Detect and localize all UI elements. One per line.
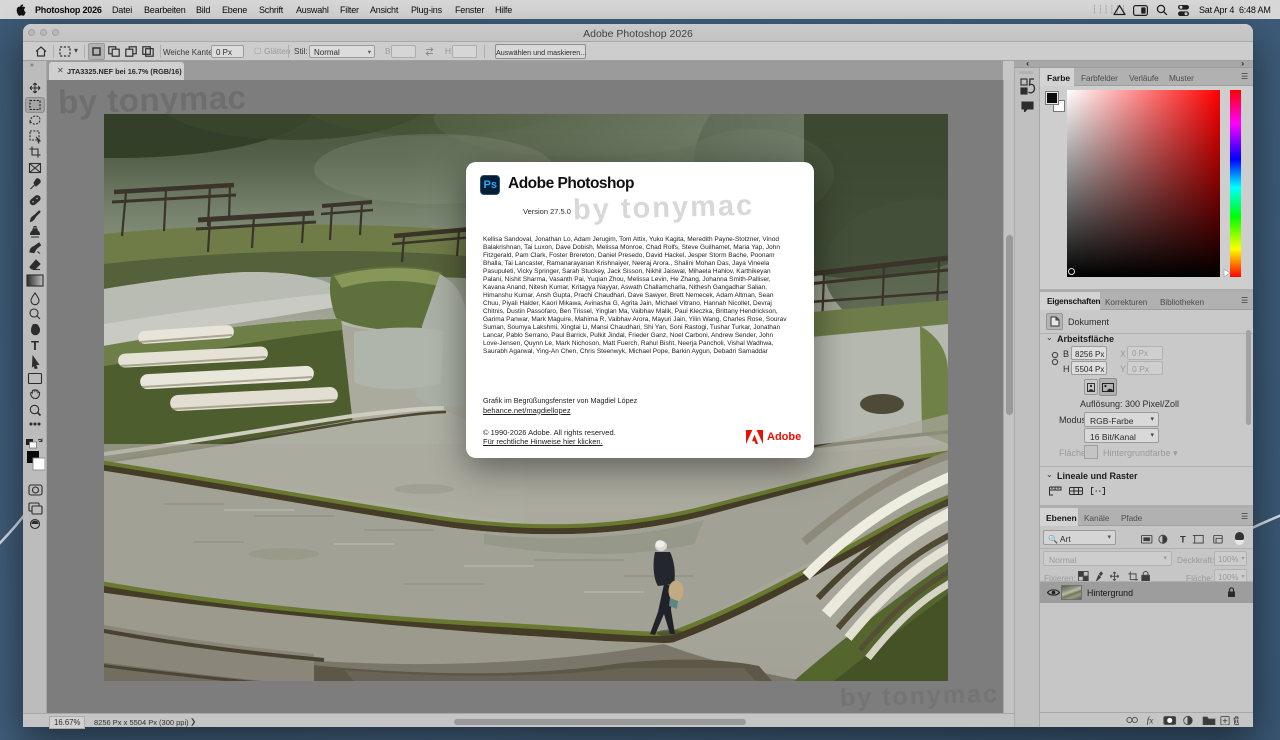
svg-text:T: T xyxy=(31,338,39,353)
svg-text:T: T xyxy=(1180,534,1186,544)
svg-text:fx: fx xyxy=(1147,715,1155,725)
